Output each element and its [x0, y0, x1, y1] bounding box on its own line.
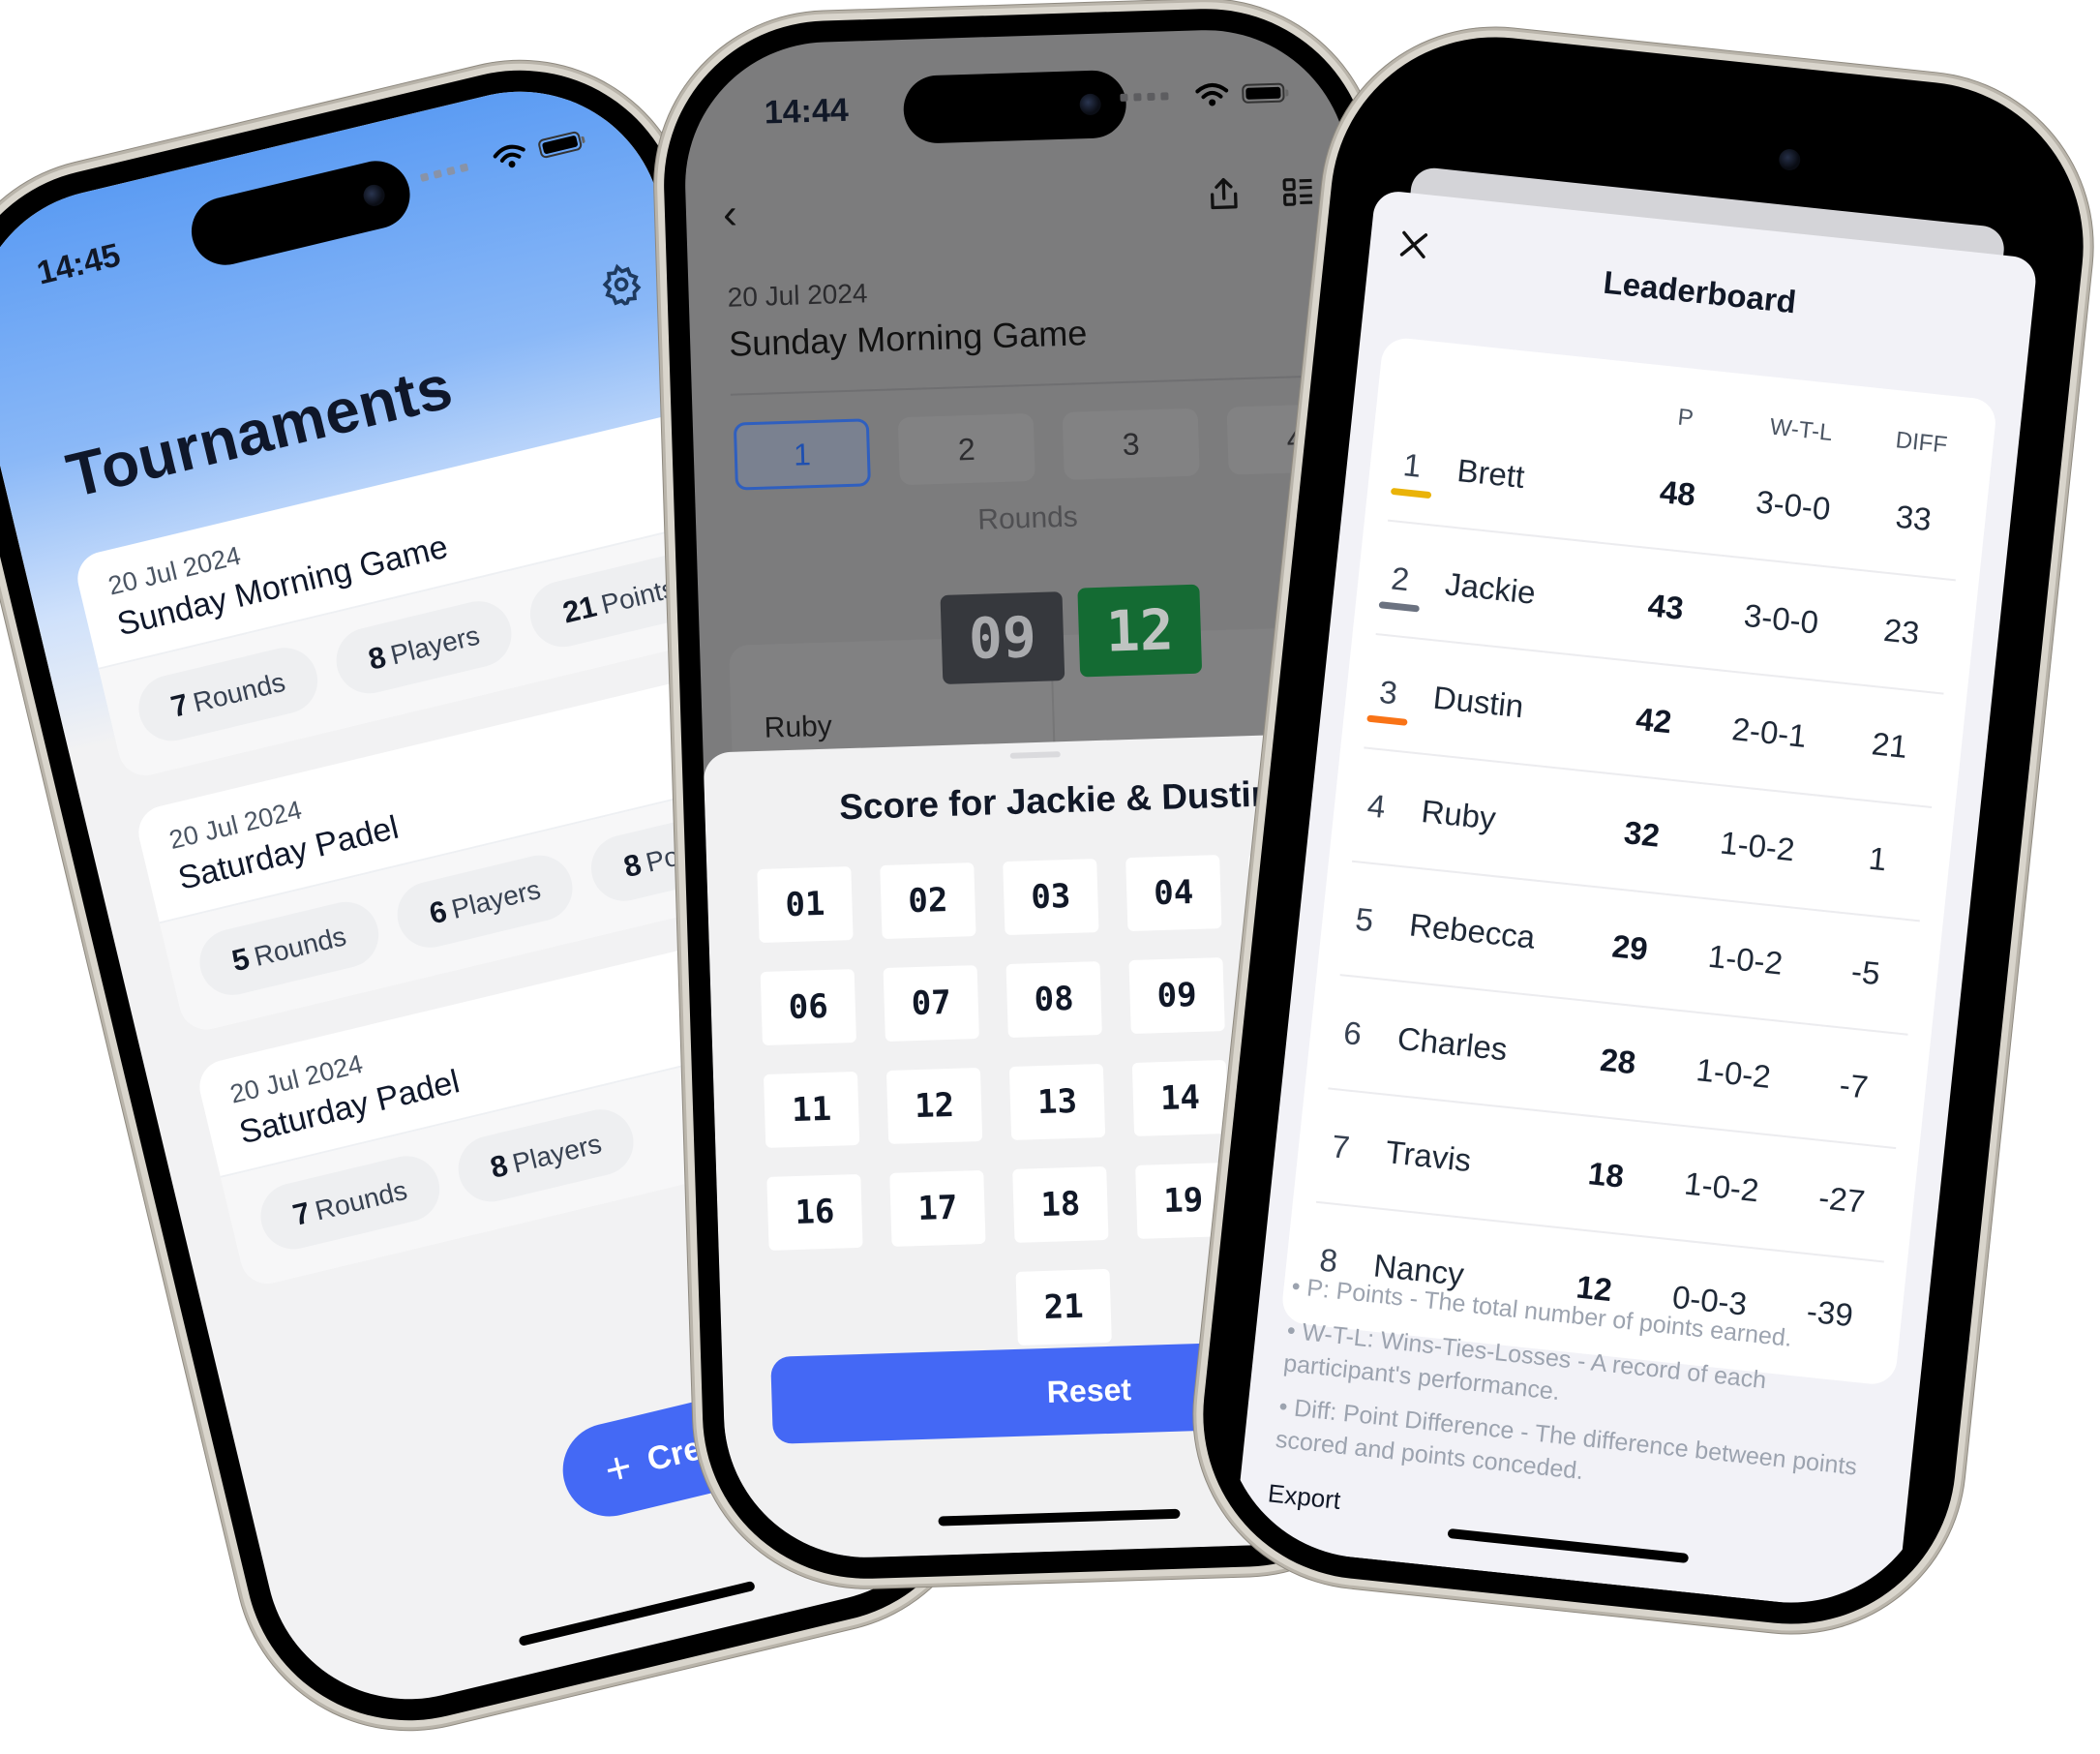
score-option[interactable]: 01 [757, 866, 854, 944]
list-icon[interactable] [1281, 176, 1315, 208]
podium-marker [1378, 601, 1421, 613]
player-name: Dustin [1431, 679, 1526, 725]
score-option[interactable]: 17 [889, 1169, 986, 1247]
leaderboard-table: P W-T-L DIFF 1 Brett 48 3-0-0 33 2 Jackie 43 3-0… [1279, 336, 1998, 1387]
score-option[interactable]: 03 [1003, 859, 1099, 936]
game-date: 20 Jul 2024 [727, 278, 868, 313]
rank: 5 [1353, 900, 1376, 939]
player-diff: -7 [1838, 1066, 1871, 1105]
player-points: 48 [1658, 472, 1697, 513]
score-left[interactable]: 09 [940, 591, 1065, 684]
player-diff: 23 [1881, 611, 1922, 651]
score-option[interactable]: 12 [885, 1067, 983, 1144]
leaderboard-rows: 1 Brett 48 3-0-0 33 2 Jackie 43 3-0-0 23 3 Dustin 42… [1305, 408, 1968, 1375]
player-wtl: 1-0-2 [1718, 824, 1797, 868]
sheet-grabber[interactable] [1009, 751, 1061, 759]
rounds-chip: 7Rounds [254, 1149, 446, 1256]
score-right[interactable]: 12 [1077, 584, 1203, 678]
player-wtl: 1-0-2 [1682, 1164, 1761, 1209]
score-option[interactable]: 14 [1131, 1059, 1229, 1136]
rank: 1 [1390, 445, 1446, 499]
score-option[interactable]: 21 [1015, 1268, 1112, 1346]
player-name: Rebecca [1407, 906, 1538, 955]
round-tab-1[interactable]: 1 [733, 418, 871, 491]
players-chip: 8Players [329, 594, 519, 701]
podium-marker [1390, 487, 1432, 499]
chevron-left-icon[interactable]: ‹ [722, 190, 737, 238]
score-option[interactable]: 16 [766, 1173, 863, 1251]
column-header-diff: DIFF [1894, 427, 1949, 459]
export-button[interactable]: Export [1267, 1478, 1342, 1516]
player-points: 43 [1646, 587, 1686, 626]
score-option[interactable]: 06 [760, 969, 856, 1046]
wifi-icon [1195, 82, 1229, 106]
player-wtl: 1-0-2 [1706, 937, 1785, 982]
score-option[interactable]: 04 [1125, 855, 1222, 932]
player-points: 42 [1634, 700, 1674, 741]
round-tab-3[interactable]: 3 [1062, 408, 1200, 480]
rank: 2 [1378, 559, 1434, 613]
phone-leaderboard: Leaderboard P W-T-L DIFF 1 Brett 48 3-0-0 33… [1186, 20, 2100, 1641]
divider [730, 374, 1356, 396]
rank: 4 [1365, 787, 1388, 825]
player-name: Ruby [1419, 793, 1498, 836]
signal-icon [419, 163, 469, 182]
score-option[interactable]: 18 [1012, 1165, 1109, 1243]
player-diff: 1 [1867, 839, 1889, 878]
rounds-selector: 1 2 3 4 [733, 403, 1365, 491]
score-option[interactable]: 02 [880, 862, 976, 940]
leaderboard-screen: Leaderboard P W-T-L DIFF 1 Brett 48 3-0-0 33… [1210, 44, 2077, 1618]
rounds-chip: 5Rounds [193, 894, 385, 1002]
score-option[interactable]: 13 [1008, 1063, 1106, 1140]
leaderboard-title: Leaderboard [1602, 263, 1798, 320]
signal-icon [1120, 92, 1169, 102]
score-option[interactable]: 07 [883, 965, 979, 1043]
player-name: Travis [1383, 1134, 1473, 1179]
nav-bar: ‹ [685, 171, 1351, 251]
home-indicator [518, 1580, 756, 1647]
score-option[interactable]: 08 [1005, 961, 1102, 1039]
player-points: 18 [1586, 1155, 1626, 1195]
player-points: 29 [1610, 927, 1650, 968]
player-diff: -5 [1849, 953, 1882, 992]
player-name: Charles [1395, 1019, 1510, 1068]
podium-marker [1366, 714, 1408, 726]
player-wtl: 3-0-0 [1754, 483, 1833, 528]
game-name: Sunday Morning Game [728, 313, 1088, 364]
share-icon[interactable] [1206, 174, 1242, 214]
battery-icon [536, 130, 584, 160]
player-points: 32 [1622, 814, 1662, 854]
score-option[interactable]: 11 [763, 1071, 860, 1148]
plus-icon: + [599, 1439, 637, 1496]
player-name: Jackie [1443, 565, 1538, 611]
rounds-label: Rounds [976, 500, 1079, 536]
player-points: 28 [1598, 1041, 1638, 1081]
player-diff: 33 [1894, 498, 1934, 538]
player-wtl: 1-0-2 [1695, 1051, 1773, 1096]
leaderboard-sheet: Leaderboard P W-T-L DIFF 1 Brett 48 3-0-0 33… [1233, 189, 2038, 1615]
rounds-chip: 7Rounds [132, 641, 324, 748]
player-wtl: 2-0-1 [1730, 711, 1809, 754]
dynamic-island [1600, 106, 1829, 197]
status-time: 14:44 [764, 91, 850, 132]
player-diff: -27 [1816, 1179, 1867, 1220]
team-left-player: Ruby [764, 710, 833, 744]
rank: 6 [1341, 1013, 1364, 1052]
round-tab-2[interactable]: 2 [897, 412, 1035, 486]
score-option[interactable]: 09 [1128, 957, 1225, 1035]
column-header-points: P [1676, 404, 1695, 433]
players-chip: 6Players [390, 848, 580, 954]
players-chip: 8Players [451, 1103, 641, 1209]
rank: 7 [1330, 1128, 1352, 1165]
player-wtl: 3-0-0 [1742, 596, 1820, 641]
rank: 3 [1366, 673, 1423, 726]
battery-icon [1242, 82, 1285, 104]
player-diff: 21 [1870, 725, 1909, 765]
wifi-icon [493, 144, 525, 168]
score-option[interactable]: 19 [1135, 1162, 1232, 1239]
player-name: Brett [1455, 451, 1527, 496]
